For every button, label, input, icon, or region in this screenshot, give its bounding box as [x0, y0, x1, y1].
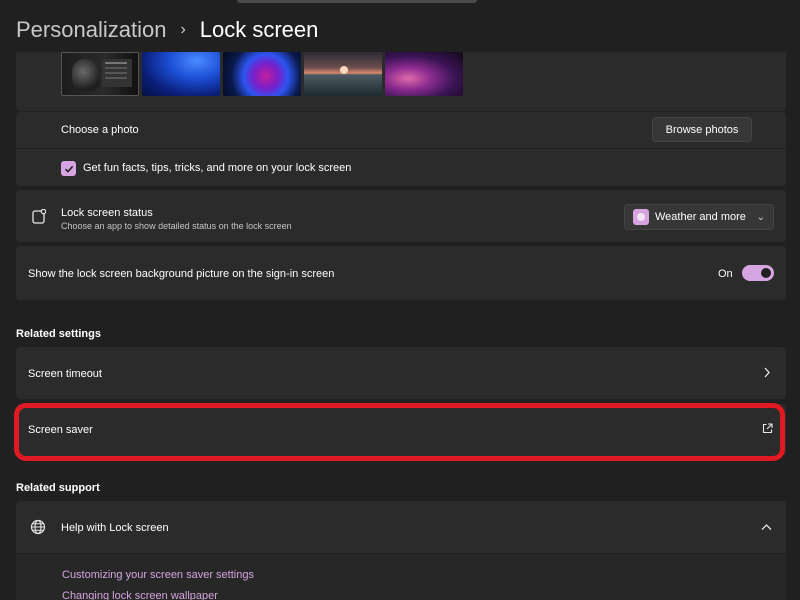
breadcrumb: Personalization › Lock screen — [16, 14, 318, 46]
browse-photos-button[interactable]: Browse photos — [652, 117, 752, 142]
help-link-screen-saver[interactable]: Customizing your screen saver settings — [62, 569, 254, 581]
lock-screen-status-selected: Weather and more — [655, 211, 746, 223]
breadcrumb-parent[interactable]: Personalization — [16, 17, 166, 43]
recent-photo-1[interactable] — [61, 52, 139, 96]
page-title: Lock screen — [199, 17, 319, 42]
signin-background-label: Show the lock screen background picture … — [28, 268, 335, 280]
lock-screen-status-row: Lock screen status Choose an app to show… — [16, 190, 786, 242]
choose-photo-label: Choose a photo — [61, 124, 139, 136]
choose-photo-row: Choose a photo Browse photos — [16, 112, 786, 148]
recent-photos — [61, 52, 463, 96]
screen-saver-highlight — [14, 403, 785, 461]
globe-icon — [30, 519, 46, 535]
chevron-right-icon — [764, 367, 770, 378]
recent-photo-2[interactable] — [142, 52, 220, 96]
recent-photo-5[interactable] — [385, 52, 463, 96]
checkmark-icon — [64, 165, 73, 173]
lock-screen-status-title: Lock screen status — [61, 207, 153, 219]
fun-facts-checkbox[interactable] — [61, 161, 76, 176]
fun-facts-row: Get fun facts, tips, tricks, and more on… — [16, 149, 786, 186]
recent-photos-panel — [16, 52, 786, 111]
lock-screen-status-description: Choose an app to show detailed status on… — [61, 221, 292, 231]
signin-toggle-label: On — [718, 268, 733, 280]
related-support-title: Related support — [16, 482, 100, 494]
scrollbar[interactable] — [237, 0, 477, 3]
help-link-lock-wallpaper[interactable]: Changing lock screen wallpaper — [62, 590, 218, 600]
help-lock-screen-label: Help with Lock screen — [61, 522, 169, 534]
fun-facts-label: Get fun facts, tips, tricks, and more on… — [83, 162, 352, 174]
signin-background-toggle[interactable] — [742, 265, 774, 281]
breadcrumb-separator-icon: › — [180, 21, 186, 38]
recent-photo-4[interactable] — [304, 52, 382, 96]
screen-timeout-row[interactable]: Screen timeout — [16, 347, 786, 399]
screen-timeout-label: Screen timeout — [28, 368, 102, 380]
weather-app-icon — [633, 209, 649, 225]
chevron-up-icon — [761, 524, 772, 530]
chevron-down-icon: ⌄ — [756, 211, 765, 223]
related-settings-title: Related settings — [16, 328, 101, 340]
recent-photo-3[interactable] — [223, 52, 301, 96]
lock-screen-status-icon — [32, 209, 46, 224]
signin-background-row: Show the lock screen background picture … — [16, 246, 786, 300]
lock-screen-status-dropdown[interactable]: Weather and more ⌄ — [624, 204, 774, 230]
help-lock-screen-row[interactable]: Help with Lock screen — [16, 501, 786, 553]
